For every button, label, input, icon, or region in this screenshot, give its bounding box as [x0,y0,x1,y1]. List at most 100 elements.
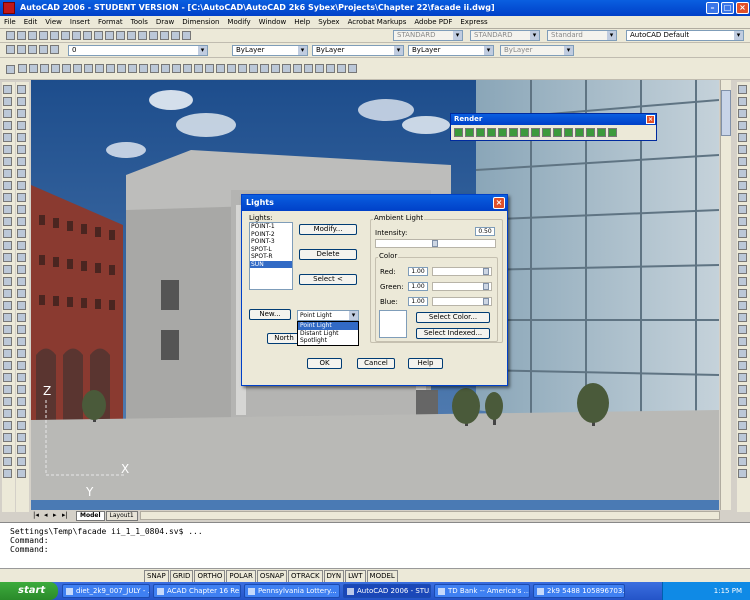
new-landscape-icon[interactable] [564,128,573,137]
ucs-face-icon[interactable] [738,361,747,370]
tab-next-icon[interactable]: ▸ [53,511,57,519]
materials-icon[interactable] [509,128,518,137]
text-icon[interactable] [3,313,12,322]
edit-landscape-icon[interactable] [575,128,584,137]
taskbar-item[interactable]: ACAD Chapter 16 Re... [153,584,241,598]
explode-icon[interactable] [17,277,26,286]
layer-manager-icon[interactable] [6,45,15,54]
plot-icon[interactable] [39,31,48,40]
calculator-icon[interactable] [3,433,12,442]
menu-file[interactable]: File [0,16,20,29]
designcenter-icon[interactable] [171,31,180,40]
section-icon[interactable] [17,457,26,466]
tab-first-icon[interactable]: |◂ [33,511,39,519]
image-icon[interactable] [3,469,12,478]
rulesurf-icon[interactable] [738,301,747,310]
copy-object-icon[interactable] [17,97,26,106]
xref-icon[interactable] [3,457,12,466]
render-toolbar-close-icon[interactable]: × [646,115,655,124]
layer-freeze-icon[interactable] [28,45,37,54]
hatch-icon[interactable] [3,253,12,262]
spline-icon[interactable] [84,64,93,73]
text-style-combo[interactable]: STANDARD [393,30,463,41]
slice-solid-icon[interactable] [738,181,747,190]
polyline-icon[interactable] [29,64,38,73]
solidedit-icon[interactable] [17,397,26,406]
table-icon[interactable] [161,64,170,73]
point-icon[interactable] [3,241,12,250]
menu-acrobat-markups[interactable]: Acrobat Markups [344,16,411,29]
cancel-button[interactable]: Cancel [357,358,395,369]
attedit-icon[interactable] [17,337,26,346]
intersect-icon[interactable] [17,433,26,442]
blue-slider-thumb[interactable] [483,298,489,305]
interference-icon[interactable] [738,205,747,214]
command-window[interactable]: Settings\Temp\facade ii_1_1_0804.sv$ ...… [0,522,750,568]
ucs-z-icon[interactable] [738,457,747,466]
ucs-world-icon[interactable] [738,337,747,346]
list-item[interactable]: SPOT-R [250,253,292,261]
justify-icon[interactable] [3,373,12,382]
interfere-icon[interactable] [17,469,26,478]
scroll-thumb[interactable] [721,90,731,136]
menu-insert[interactable]: Insert [66,16,94,29]
ucs-3point-icon[interactable] [738,421,747,430]
subtract-icon[interactable] [17,421,26,430]
color-combo[interactable]: ByLayer [232,45,308,56]
scenes-icon[interactable] [487,128,496,137]
lineweight-combo[interactable]: ByLayer [408,45,494,56]
layer-lock-icon[interactable] [39,45,48,54]
workspace-combo[interactable]: AutoCAD Default [626,30,744,41]
osnap-tangent-icon[interactable] [238,64,247,73]
north-location-button[interactable]: North [267,333,301,344]
osnap-midpoint-icon[interactable] [194,64,203,73]
mapping-icon[interactable] [531,128,540,137]
light-type-select[interactable]: Point Light [297,310,359,321]
undo-icon[interactable] [116,31,125,40]
taskbar-item[interactable]: Pennsylvania Lottery... [244,584,340,598]
leader-icon[interactable] [326,64,335,73]
menu-window[interactable]: Window [255,16,291,29]
style-icon[interactable] [3,325,12,334]
intensity-slider-thumb[interactable] [432,240,438,247]
tab-last-icon[interactable]: ▸| [62,511,68,519]
option-spotlight[interactable]: Spotlight [298,337,358,345]
spline-icon[interactable] [3,181,12,190]
osnap-settings-icon[interactable] [271,64,280,73]
start-button[interactable]: start [0,582,58,600]
align-icon[interactable] [17,385,26,394]
close-icon[interactable]: × [736,2,749,14]
break-point-icon[interactable] [17,217,26,226]
chamfer-icon[interactable] [17,253,26,262]
dim-style-combo[interactable]: STANDARD [470,30,540,41]
pan-icon[interactable] [138,31,147,40]
ddedit-icon[interactable] [17,361,26,370]
dimension-aligned-icon[interactable] [293,64,302,73]
osnap-endpoint-icon[interactable] [183,64,192,73]
open-icon[interactable] [17,31,26,40]
dimension-angular-icon[interactable] [315,64,324,73]
minimize-icon[interactable]: – [706,2,719,14]
join-icon[interactable] [17,241,26,250]
ucs-zaxis-icon[interactable] [738,409,747,418]
3dface-icon[interactable] [738,253,747,262]
tab-prev-icon[interactable]: ◂ [44,511,48,519]
ellipse-icon[interactable] [3,193,12,202]
spell-icon[interactable] [3,349,12,358]
layer-color-icon[interactable] [50,45,59,54]
green-field[interactable]: 1.00 [408,282,428,291]
setup-profile-icon[interactable] [738,241,747,250]
offset-icon[interactable] [17,121,26,130]
command-prompt[interactable]: Command: [10,545,750,554]
insert-block-icon[interactable] [106,64,115,73]
3dorbit-icon[interactable] [738,469,747,478]
xline-icon[interactable] [3,97,12,106]
paste-icon[interactable] [94,31,103,40]
gradient-icon[interactable] [3,265,12,274]
setup-drawing-icon[interactable] [738,217,747,226]
move-icon[interactable] [17,145,26,154]
option-point-light[interactable]: Point Light [298,322,358,330]
stretch-icon[interactable] [17,181,26,190]
intensity-field[interactable]: 0.50 [475,227,495,236]
point-icon[interactable] [128,64,137,73]
